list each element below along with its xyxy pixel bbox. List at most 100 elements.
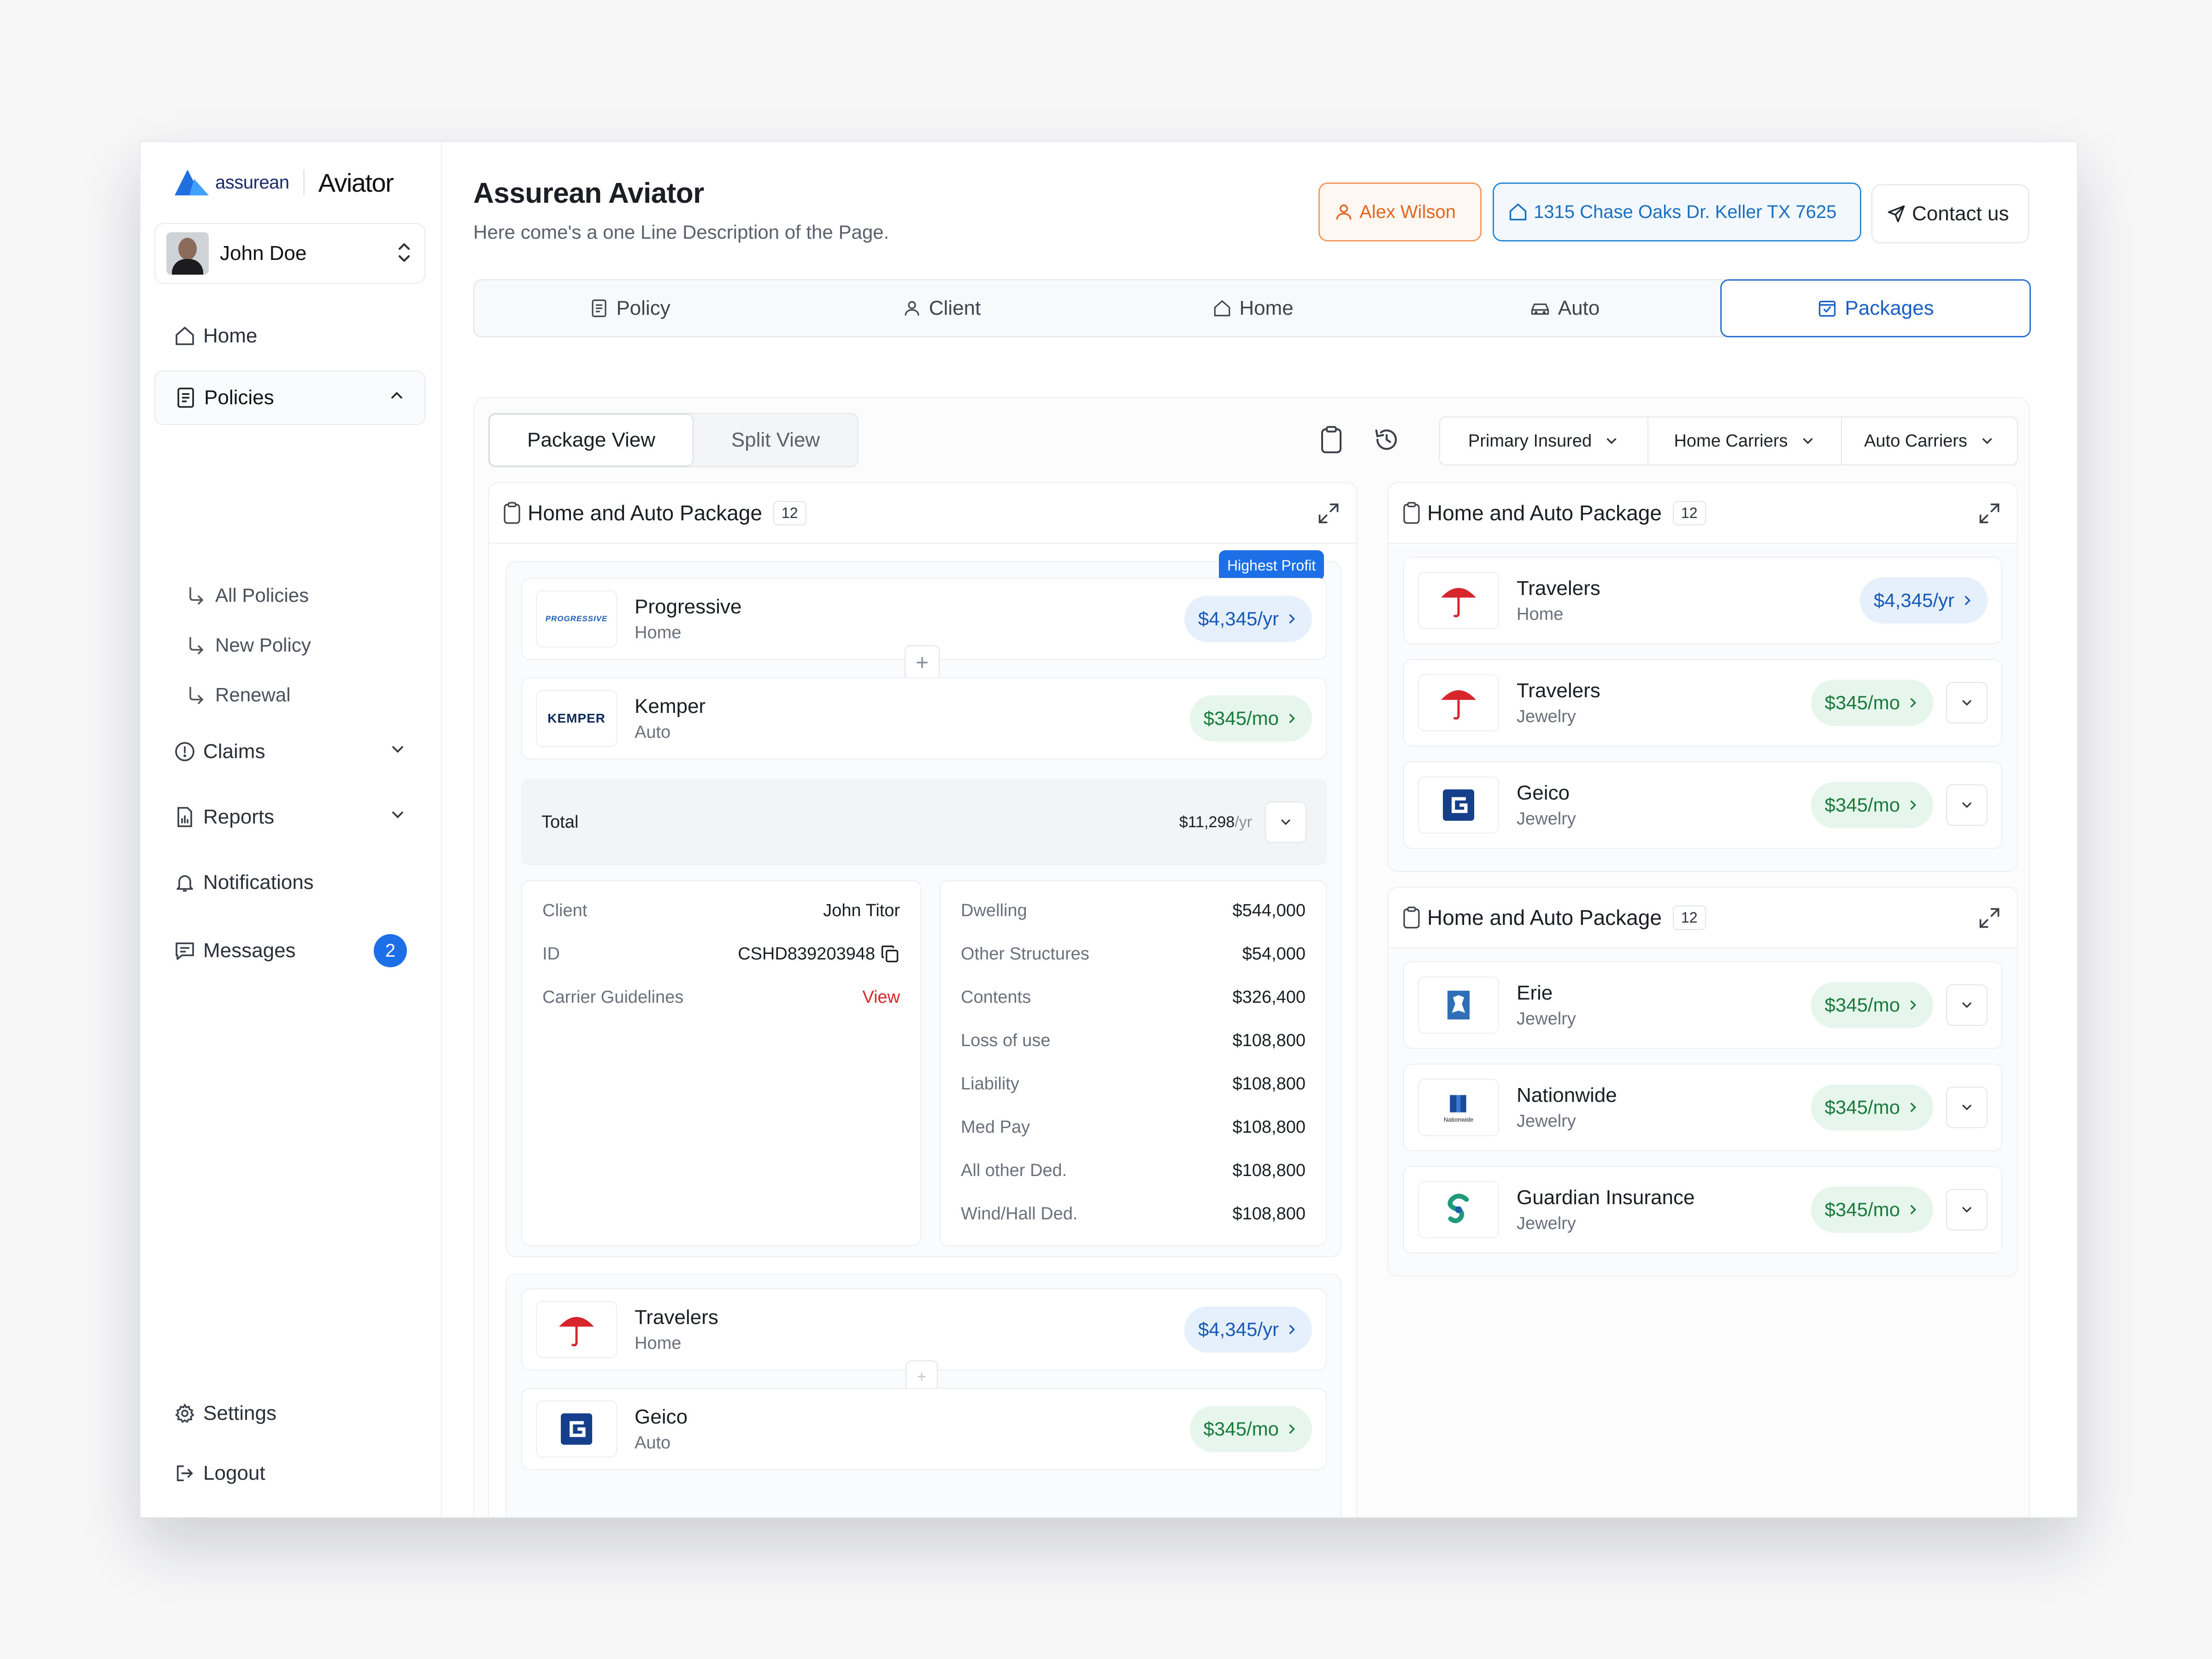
user-icon: [1334, 202, 1354, 222]
expand-icon[interactable]: [1977, 906, 2001, 930]
tab-client[interactable]: Client: [786, 280, 1097, 336]
sidebar-item-label: Claims: [203, 740, 265, 763]
expand-row-button[interactable]: [1946, 1087, 1988, 1128]
coverage-row: Med Pay $108,800: [961, 1113, 1306, 1141]
chevron-right-icon: [1285, 612, 1298, 625]
sidebar-item-policies[interactable]: Policies: [154, 371, 425, 425]
carrier-name: Progressive: [635, 595, 742, 618]
carrier-row-kemper[interactable]: KEMPER Kemper Auto $345/mo: [521, 677, 1327, 759]
sidebar-item-logout[interactable]: Logout: [154, 1446, 425, 1500]
expand-row-button[interactable]: [1946, 784, 1988, 826]
expand-row-button[interactable]: [1946, 984, 1988, 1026]
copy-icon[interactable]: [880, 944, 900, 964]
expand-total-button[interactable]: [1265, 801, 1306, 843]
user-name: John Doe: [220, 242, 307, 265]
client-details-card: Client John Titor ID CSHD839203948 Carri…: [521, 880, 921, 1246]
package-count-badge: 12: [773, 500, 806, 525]
sidebar: assurean Aviator John Doe Home Policies …: [141, 142, 442, 1517]
carrier-row-travelers[interactable]: Travelers Jewelry $345/mo: [1403, 659, 2002, 747]
price-label: $4,345/yr: [1198, 1318, 1279, 1340]
coverage-key: Liability: [961, 1074, 1019, 1094]
carrier-row-guardian[interactable]: Guardian Insurance Jewelry $345/mo: [1403, 1166, 2002, 1253]
coverage-row: Wind/Hall Ded. $108,800: [961, 1200, 1306, 1228]
price-button[interactable]: $345/mo: [1811, 1084, 1933, 1130]
client-chip[interactable]: Alex Wilson: [1318, 182, 1482, 241]
sidebar-subitem-all-policies[interactable]: All Policies: [187, 577, 309, 614]
price-button[interactable]: $345/mo: [1189, 695, 1312, 741]
user-icon: [902, 299, 922, 318]
chevron-right-icon: [1285, 712, 1298, 725]
tab-bar: Policy Client Home Auto Packages: [473, 279, 2031, 337]
price-button[interactable]: $345/mo: [1811, 782, 1933, 828]
price-label: $345/mo: [1203, 707, 1279, 729]
chevron-down-icon: [1604, 433, 1619, 449]
carrier-name: Guardian Insurance: [1517, 1186, 1695, 1209]
sidebar-subitem-renewal[interactable]: Renewal: [187, 677, 290, 713]
coverage-row: Contents $326,400: [961, 983, 1306, 1011]
expand-row-button[interactable]: [1946, 1189, 1988, 1230]
package-count-badge: 12: [1672, 905, 1706, 930]
package-view-button[interactable]: Package View: [489, 414, 694, 466]
sidebar-item-messages[interactable]: Messages 2: [154, 924, 425, 978]
home-carriers-filter[interactable]: Home Carriers: [1648, 418, 1842, 465]
price-button[interactable]: $4,345/yr: [1184, 596, 1312, 642]
sub-branch-icon: [189, 587, 204, 605]
report-icon: [173, 805, 197, 829]
address-chip[interactable]: 1315 Chase Oaks Dr. Keller TX 7625: [1493, 182, 1861, 241]
carrier-row-travelers[interactable]: Travelers Home $4,345/yr: [521, 1288, 1327, 1371]
chevron-down-icon: [388, 740, 407, 764]
history-icon[interactable]: [1368, 421, 1405, 458]
split-view-button[interactable]: Split View: [694, 414, 858, 466]
sidebar-subitem-label: New Policy: [215, 634, 311, 656]
carrier-row-geico[interactable]: Geico Jewelry $345/mo: [1403, 761, 2002, 849]
auto-carriers-filter[interactable]: Auto Carriers: [1842, 418, 2017, 465]
price-button[interactable]: $345/mo: [1811, 982, 1933, 1028]
price-button[interactable]: $4,345/yr: [1859, 577, 1988, 624]
add-carrier-button[interactable]: +: [905, 645, 940, 680]
carrier-name: Travelers: [635, 1306, 718, 1329]
tab-policy[interactable]: Policy: [474, 280, 786, 336]
carrier-row-erie[interactable]: Erie Jewelry $345/mo: [1403, 961, 2002, 1049]
filter-label: Home Carriers: [1674, 431, 1788, 451]
price-button[interactable]: $345/mo: [1811, 1187, 1933, 1233]
carrier-row-nationwide[interactable]: Nationwide Nationwide Jewelry $345/mo: [1403, 1064, 2002, 1151]
primary-insured-filter[interactable]: Primary Insured: [1440, 418, 1648, 465]
price-button[interactable]: $4,345/yr: [1184, 1306, 1312, 1353]
package-header: Home and Auto Package 12: [489, 483, 1356, 544]
view-guidelines-link[interactable]: View: [862, 988, 900, 1007]
messages-count-badge: 2: [374, 934, 407, 967]
coverage-value: $544,000: [1232, 900, 1306, 920]
carrier-row-geico[interactable]: Geico Auto $345/mo: [521, 1388, 1327, 1470]
price-button[interactable]: $345/mo: [1189, 1406, 1312, 1452]
price-label: $4,345/yr: [1198, 608, 1279, 629]
sidebar-subitem-new-policy[interactable]: New Policy: [187, 627, 311, 664]
expand-row-button[interactable]: [1946, 682, 1988, 724]
contact-us-button[interactable]: Contact us: [1871, 184, 2029, 243]
sidebar-item-home[interactable]: Home: [154, 309, 425, 363]
sidebar-item-settings[interactable]: Settings: [154, 1386, 425, 1441]
expand-icon[interactable]: [1317, 501, 1341, 525]
home-icon: [173, 324, 197, 348]
package-option-2: Travelers Home $4,345/yr + Geico Auto $3…: [506, 1274, 1341, 1517]
home-icon: [1212, 299, 1232, 318]
sidebar-subitem-label: Renewal: [215, 684, 291, 706]
coverage-row: Dwelling $544,000: [961, 897, 1306, 924]
geico-logo: [536, 1400, 617, 1458]
sidebar-item-notifications[interactable]: Notifications: [154, 855, 425, 910]
filter-bar: Primary Insured Home Carriers Auto Carri…: [1439, 417, 2018, 465]
sidebar-item-claims[interactable]: Claims: [154, 724, 425, 779]
tab-home[interactable]: Home: [1097, 280, 1409, 336]
user-switcher[interactable]: John Doe: [154, 223, 425, 284]
carrier-row-travelers[interactable]: Travelers Home $4,345/yr: [1403, 557, 2002, 644]
tab-packages[interactable]: Packages: [1720, 279, 2031, 337]
brand-logo[interactable]: assurean Aviator: [174, 164, 394, 201]
sidebar-item-label: Logout: [203, 1462, 265, 1484]
coverage-card: Dwelling $544,000 Other Structures $54,000…: [940, 880, 1327, 1246]
tab-auto[interactable]: Auto: [1409, 280, 1720, 336]
sidebar-item-reports[interactable]: Reports: [154, 790, 425, 844]
expand-icon[interactable]: [1977, 501, 2001, 525]
sub-branch-icon: [189, 637, 204, 654]
price-button[interactable]: $345/mo: [1811, 680, 1933, 726]
clipboard-icon[interactable]: [1313, 421, 1350, 458]
chevron-right-icon: [1961, 594, 1974, 607]
